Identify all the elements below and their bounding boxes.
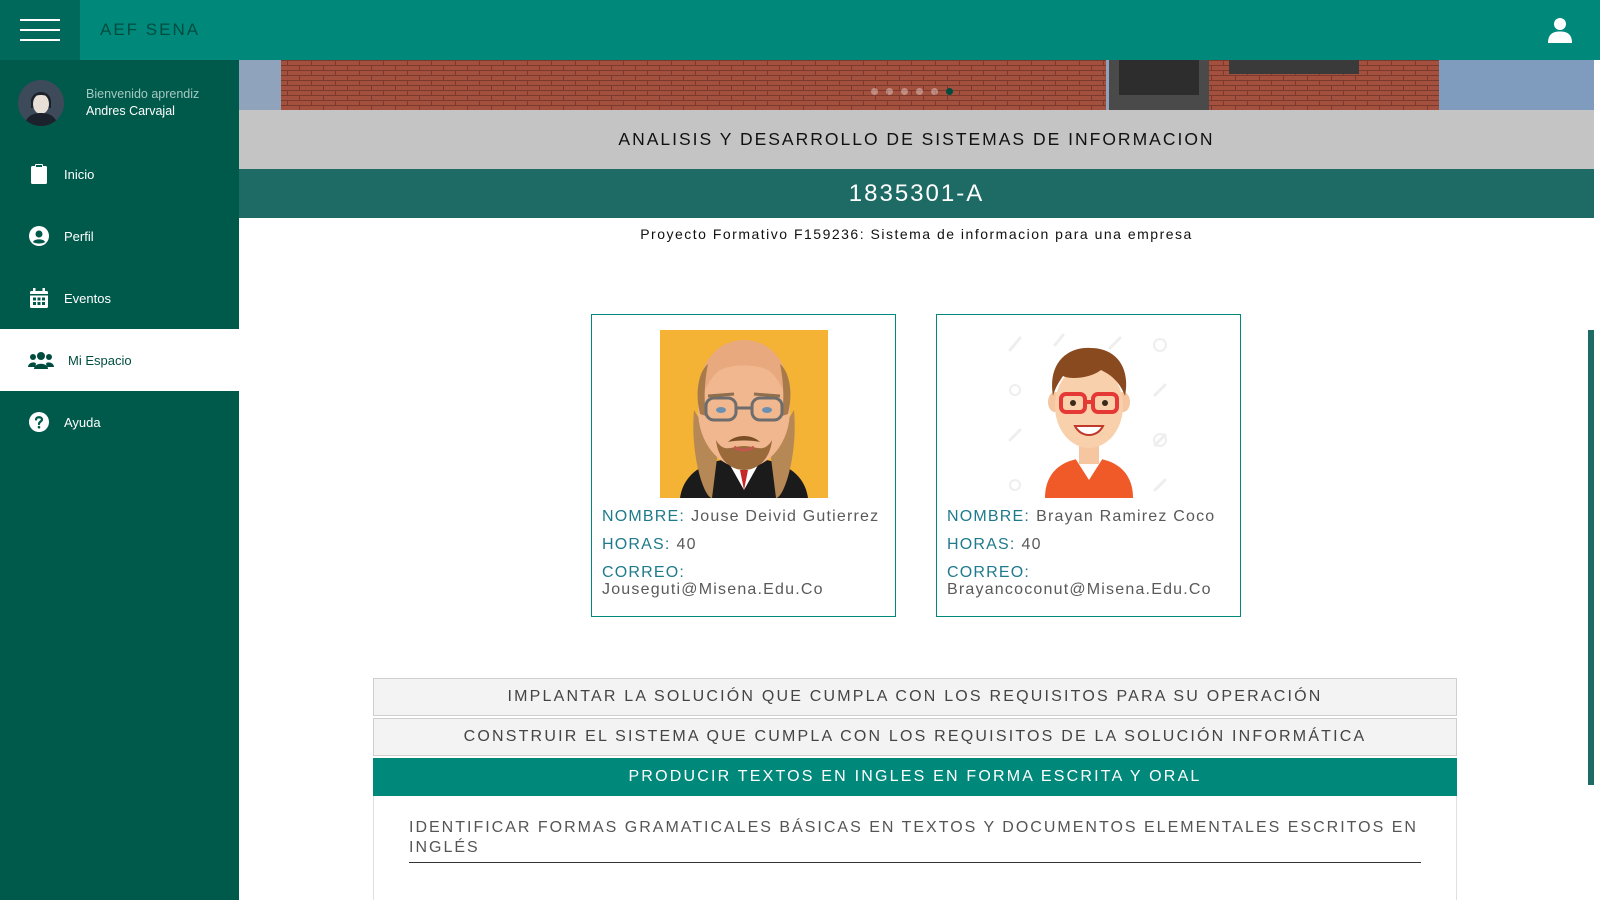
carousel-dot[interactable] (931, 88, 938, 95)
top-bar: AEF SENA (0, 0, 1600, 60)
instructor-hours-row: HORAS: 40 (947, 536, 1042, 554)
instructor-email[interactable]: Jouseguti@Misena.Edu.Co (602, 581, 824, 598)
project-title: Proyecto Formativo F159236: Sistema de i… (640, 226, 1193, 242)
hours-label: HORAS: (602, 536, 671, 553)
sidebar-item-label: Inicio (64, 166, 95, 182)
user-name: Andres Carvajal (86, 104, 175, 118)
email-label: CORREO: (602, 564, 686, 581)
welcome-label: Bienvenido aprendiz (86, 87, 200, 101)
instructor-email-row: CORREO: Jouseguti@Misena.Edu.Co (602, 564, 824, 598)
competency-accordion-header[interactable]: IMPLANTAR LA SOLUCIÓN QUE CUMPLA CON LOS… (373, 678, 1457, 716)
user-circle-icon (28, 225, 50, 247)
instructor-hours: 40 (1021, 536, 1042, 553)
carousel-dot[interactable] (871, 88, 878, 95)
competency-accordion-header-active[interactable]: PRODUCIR TEXTOS EN INGLES EN FORMA ESCRI… (373, 758, 1457, 796)
instructor-hours-row: HORAS: 40 (602, 536, 697, 554)
instructor-name-row: NOMBRE: Jouse Deivid Gutierrez (602, 508, 879, 526)
carousel-dot[interactable] (916, 88, 923, 95)
email-label: CORREO: (947, 564, 1031, 581)
clipboard-icon (28, 163, 50, 185)
user-profile: Bienvenido aprendiz Andres Carvajal (18, 80, 199, 126)
sidebar-item-perfil[interactable]: Perfil (0, 205, 239, 267)
carousel-dot-active[interactable] (946, 88, 953, 95)
sidebar-item-label: Perfil (64, 228, 94, 244)
scrollbar[interactable] (1588, 330, 1594, 785)
carousel-dot[interactable] (886, 88, 893, 95)
users-icon (28, 349, 54, 371)
instructor-card: NOMBRE: Jouse Deivid Gutierrez HORAS: 40 C… (591, 314, 896, 617)
name-label: NOMBRE: (947, 508, 1031, 525)
help-icon (28, 411, 50, 433)
ficha-number: 1835301-A (239, 169, 1594, 218)
banner-image (239, 60, 1594, 110)
carousel-dots (871, 88, 953, 95)
instructor-email-row: CORREO: Brayancoconut@Misena.Edu.Co (947, 564, 1212, 598)
instructor-name: Jouse Deivid Gutierrez (691, 508, 880, 525)
program-title: ANALISIS Y DESARROLLO DE SISTEMAS DE INF… (239, 110, 1594, 169)
sidebar-item-ayuda[interactable]: Ayuda (0, 391, 239, 453)
competency-accordion-header[interactable]: CONSTRUIR EL SISTEMA QUE CUMPLA CON LOS … (373, 718, 1457, 756)
hamburger-icon[interactable] (0, 0, 80, 60)
instructor-name: Brayan Ramirez Coco (1036, 508, 1216, 525)
sidebar-item-eventos[interactable]: Eventos (0, 267, 239, 329)
main-content: ANALISIS Y DESARROLLO DE SISTEMAS DE INF… (239, 60, 1594, 900)
instructor-name-row: NOMBRE: Brayan Ramirez Coco (947, 508, 1215, 526)
instructor-hours: 40 (676, 536, 697, 553)
sidebar-item-mi-espacio[interactable]: Mi Espacio (0, 329, 239, 391)
sidebar-item-label: Ayuda (64, 414, 101, 430)
name-label: NOMBRE: (602, 508, 686, 525)
learning-result-item[interactable]: IDENTIFICAR FORMAS GRAMATICALES BÁSICAS … (409, 818, 1421, 863)
app-brand: AEF SENA (100, 20, 201, 39)
sidebar-item-label: Eventos (64, 290, 111, 306)
avatar (18, 80, 64, 126)
banner-carousel (239, 60, 1594, 110)
calendar-icon (28, 287, 50, 309)
hours-label: HORAS: (947, 536, 1016, 553)
instructor-photo (1005, 330, 1173, 498)
sidebar: Bienvenido aprendiz Andres Carvajal Inic… (0, 60, 239, 900)
competency-accordion-body: IDENTIFICAR FORMAS GRAMATICALES BÁSICAS … (373, 796, 1457, 900)
instructor-photo (660, 330, 828, 498)
sidebar-item-inicio[interactable]: Inicio (0, 143, 239, 205)
carousel-dot[interactable] (901, 88, 908, 95)
instructor-card: NOMBRE: Brayan Ramirez Coco HORAS: 40 CORR… (936, 314, 1241, 617)
user-icon[interactable] (1548, 17, 1572, 43)
sidebar-item-label: Mi Espacio (68, 352, 132, 368)
instructor-email[interactable]: Brayancoconut@Misena.Edu.Co (947, 581, 1212, 598)
